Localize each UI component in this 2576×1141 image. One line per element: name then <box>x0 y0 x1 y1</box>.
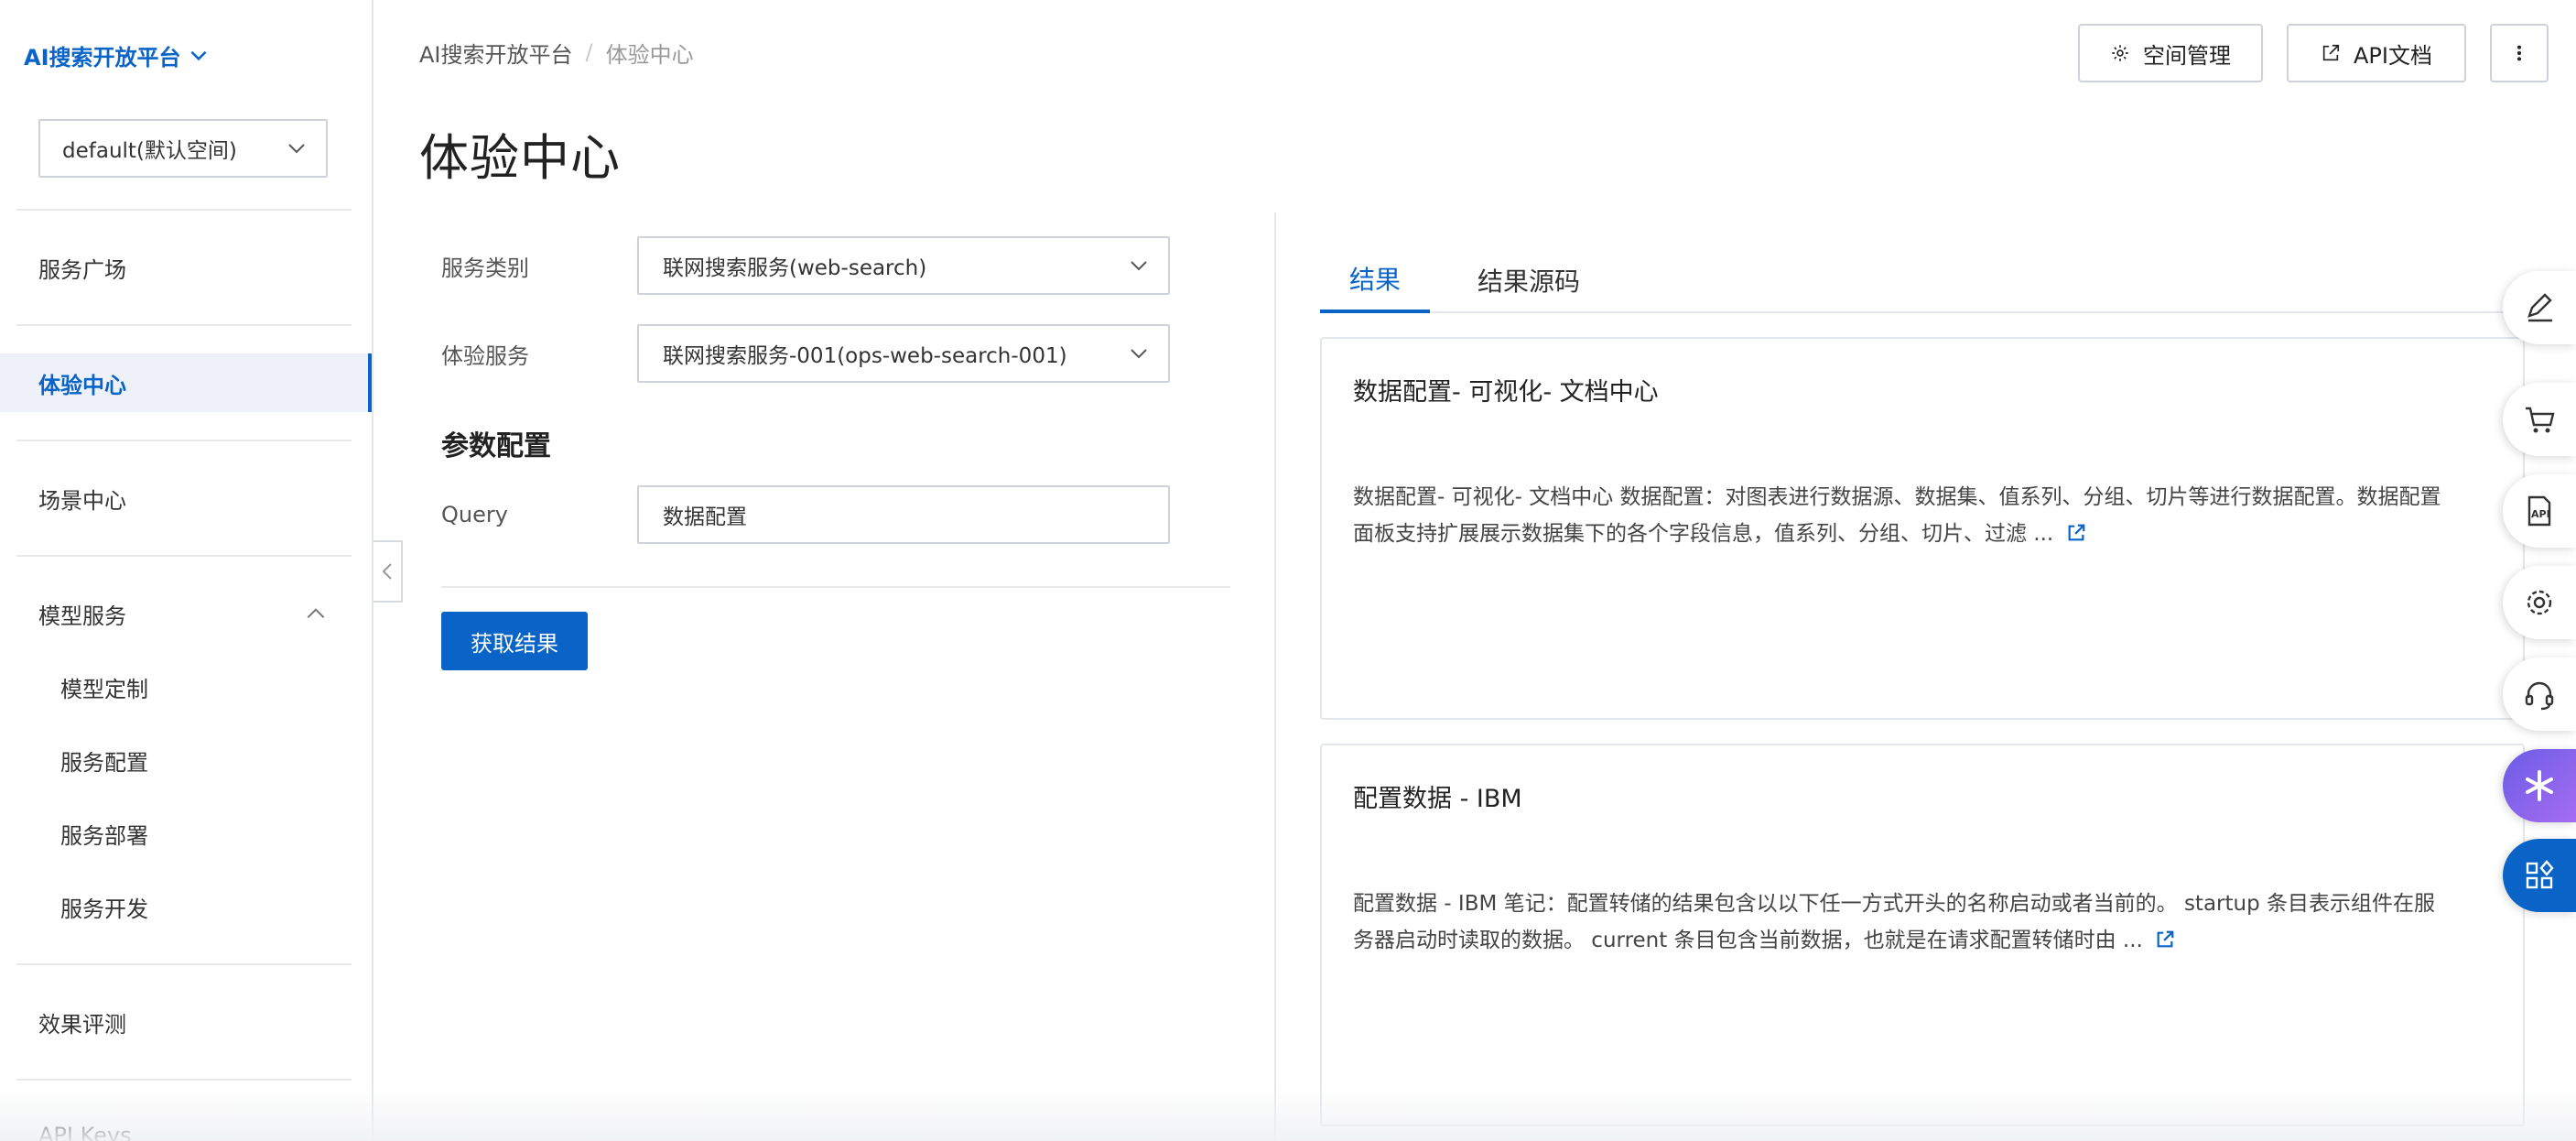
chevron-up-icon <box>307 608 325 619</box>
service-type-label: 服务类别 <box>441 255 529 281</box>
pencil-icon <box>2527 293 2552 322</box>
divider <box>16 963 352 965</box>
apps-float-button[interactable] <box>2503 839 2576 912</box>
sidebar-item-label: 服务部署 <box>60 822 148 849</box>
breadcrumb: AI搜索开放平台 / 体验中心 <box>419 37 694 68</box>
sidebar-item-evaluation[interactable]: 效果评测 <box>0 993 372 1051</box>
panel-splitter <box>1274 212 1276 1141</box>
breadcrumb-separator: / <box>585 39 593 65</box>
params-section-title: 参数配置 <box>441 430 551 462</box>
gear-icon <box>2527 590 2552 615</box>
sidebar-item-label: 体验中心 <box>38 372 126 398</box>
breadcrumb-current: 体验中心 <box>605 41 694 68</box>
divider <box>16 440 352 441</box>
experience-service-label: 体验服务 <box>441 342 529 369</box>
sidebar-item-service-plaza[interactable]: 服务广场 <box>0 238 372 297</box>
api-doc-icon: API <box>2527 495 2551 527</box>
ai-assistant-float-button[interactable] <box>2503 749 2576 822</box>
tab-result-source[interactable]: 结果源码 <box>1456 247 1602 313</box>
divider <box>16 209 352 211</box>
result-card-body: 数据配置- 可视化- 文档中心 数据配置：对图表进行数据源、数据集、值系列、分组… <box>1353 479 2492 552</box>
workspace-value: default(默认空间) <box>62 139 237 163</box>
grid-icon <box>2526 860 2554 889</box>
brand-label: AI搜索开放平台 <box>24 44 181 71</box>
more-vertical-icon <box>2516 45 2522 61</box>
result-card-text-line: 务器启动时读取的数据。 current 条目包含当前数据，也就是在请求配置转储时… <box>1353 922 2492 959</box>
result-card-text-line: 面板支持扩展展示数据集下的各个字段信息，值系列、分组、切片、过滤 ... <box>1353 516 2492 552</box>
sidebar-item-label: 场景中心 <box>38 487 126 514</box>
divider <box>16 1079 352 1081</box>
divider <box>441 586 1230 588</box>
cart-icon <box>2526 407 2555 433</box>
api-float-button[interactable]: API <box>2503 474 2576 548</box>
sidebar-item-model-custom[interactable]: 模型定制 <box>0 657 372 716</box>
external-link-icon[interactable] <box>2066 523 2086 543</box>
divider <box>16 555 352 557</box>
experience-service-value: 联网搜索服务-001(ops-web-search-001) <box>663 344 1067 368</box>
sidebar-item-label: 服务广场 <box>38 256 126 283</box>
chevron-left-icon <box>382 563 392 580</box>
space-management-button[interactable]: 空间管理 <box>2078 24 2263 82</box>
sidebar-item-label: 效果评测 <box>38 1011 126 1038</box>
sidebar-item-label: 模型定制 <box>60 676 148 702</box>
result-card-text: 面板支持扩展展示数据集下的各个字段信息，值系列、分组、切片、过滤 ... <box>1353 522 2054 546</box>
service-type-value: 联网搜索服务(web-search) <box>663 256 927 280</box>
result-card-title: 数据配置- 可视化- 文档中心 <box>1353 378 1659 407</box>
query-label: Query <box>441 502 508 527</box>
result-tabs: 结果 结果源码 <box>1320 247 2576 313</box>
sidebar: AI搜索开放平台 default(默认空间) 服务广场 体验中心 场景中心 模型… <box>0 0 373 1141</box>
svg-text:API: API <box>2531 508 2550 520</box>
more-menu-button[interactable] <box>2490 24 2549 82</box>
sidebar-item-service-config[interactable]: 服务配置 <box>0 731 372 789</box>
chevron-down-icon <box>1131 349 1147 359</box>
sidebar-item-service-dev[interactable]: 服务开发 <box>0 877 372 936</box>
page-title: 体验中心 <box>419 129 621 187</box>
platform-switcher[interactable]: AI搜索开放平台 <box>24 37 211 73</box>
divider <box>16 324 352 326</box>
result-card-text: 数据配置- 可视化- 文档中心 数据配置：对图表进行数据源、数据集、值系列、分组… <box>1353 485 2441 509</box>
workspace-select[interactable]: default(默认空间) <box>38 119 328 178</box>
query-input[interactable]: 数据配置 <box>637 485 1170 544</box>
experience-service-select[interactable]: 联网搜索服务-001(ops-web-search-001) <box>637 324 1170 383</box>
headset-icon <box>2525 681 2554 711</box>
result-card-text: 务器启动时读取的数据。 current 条目包含当前数据，也就是在请求配置转储时… <box>1353 929 2143 952</box>
gear-icon <box>2112 45 2128 61</box>
breadcrumb-root[interactable]: AI搜索开放平台 <box>419 37 573 69</box>
sidebar-group-model-services[interactable]: 模型服务 <box>0 584 372 643</box>
get-results-button[interactable]: 获取结果 <box>441 612 588 670</box>
chevron-down-icon <box>288 144 305 154</box>
sidebar-item-label: 模型服务 <box>38 603 126 629</box>
api-docs-button[interactable]: API文档 <box>2287 24 2466 82</box>
tab-result[interactable]: 结果 <box>1320 247 1430 313</box>
sidebar-item-label: API Keys <box>38 1123 132 1141</box>
sidebar-collapse-button[interactable] <box>373 540 403 603</box>
sparkle-icon <box>2526 770 2553 801</box>
sidebar-item-api-keys[interactable]: API Keys <box>0 1106 372 1141</box>
support-float-button[interactable] <box>2503 657 2576 731</box>
service-type-select[interactable]: 联网搜索服务(web-search) <box>637 236 1170 295</box>
sidebar-item-experience-center[interactable]: 体验中心 <box>0 353 372 412</box>
query-value: 数据配置 <box>663 505 747 529</box>
external-link-icon[interactable] <box>2155 929 2175 950</box>
result-card-title: 配置数据 - IBM <box>1353 785 1522 813</box>
chevron-down-icon <box>1131 261 1147 271</box>
edit-float-button[interactable] <box>2503 271 2576 344</box>
app-root: AI搜索开放平台 default(默认空间) 服务广场 体验中心 场景中心 模型… <box>0 0 2576 1141</box>
space-management-label: 空间管理 <box>2143 42 2231 69</box>
result-card-text: 配置数据 - IBM 笔记：配置转储的结果包含以以下任一方式开头的名称启动或者当… <box>1353 892 2436 916</box>
sidebar-item-service-deploy[interactable]: 服务部署 <box>0 804 372 863</box>
chevron-down-icon <box>190 50 207 61</box>
sidebar-item-label: 服务配置 <box>60 749 148 776</box>
external-link-icon <box>2322 44 2340 61</box>
result-card: 数据配置- 可视化- 文档中心 数据配置- 可视化- 文档中心 数据配置：对图表… <box>1320 337 2525 720</box>
result-card: 配置数据 - IBM 配置数据 - IBM 笔记：配置转储的结果包含以以下任一方… <box>1320 744 2525 1126</box>
cart-float-button[interactable] <box>2503 383 2576 456</box>
settings-float-button[interactable] <box>2503 566 2576 639</box>
sidebar-item-label: 服务开发 <box>60 896 148 922</box>
api-docs-label: API文档 <box>2354 42 2432 69</box>
result-card-body: 配置数据 - IBM 笔记：配置转储的结果包含以以下任一方式开头的名称启动或者当… <box>1353 886 2492 959</box>
sidebar-item-scenario-center[interactable]: 场景中心 <box>0 469 372 527</box>
